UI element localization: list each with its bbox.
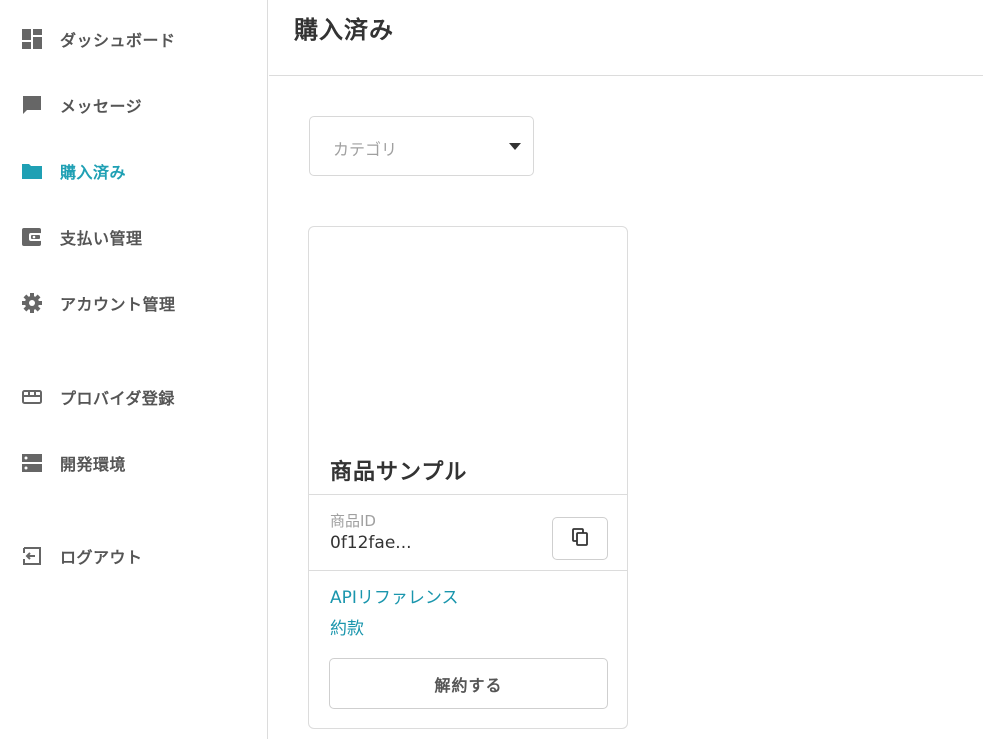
category-placeholder: カテゴリ (333, 140, 398, 159)
store-icon (21, 386, 43, 408)
sidebar-item-logout[interactable]: ログアウト (0, 536, 268, 576)
category-select[interactable]: カテゴリ (309, 116, 534, 176)
sidebar-item-label: 購入済み (60, 163, 127, 182)
sidebar-item-provider-registration[interactable]: プロバイダ登録 (0, 377, 268, 417)
sidebar: ダッシュボード メッセージ 購入済み 支払い管理 アカウント管理 プロバイダ登録… (0, 0, 268, 739)
sidebar-item-account[interactable]: アカウント管理 (0, 283, 268, 323)
product-id-value: 0f12fae... (330, 533, 412, 553)
api-reference-link[interactable]: APIリファレンス (330, 583, 459, 608)
sidebar-item-dashboard[interactable]: ダッシュボード (0, 19, 268, 59)
logout-icon (21, 545, 43, 567)
gear-icon (21, 292, 43, 314)
sidebar-item-label: ログアウト (60, 548, 143, 567)
sidebar-item-dev-environment[interactable]: 開発環境 (0, 443, 268, 483)
card-divider (309, 494, 627, 495)
sidebar-item-payments[interactable]: 支払い管理 (0, 217, 268, 257)
dashboard-icon (21, 28, 43, 50)
wallet-icon (21, 226, 43, 248)
sidebar-item-label: 支払い管理 (60, 229, 143, 248)
terms-link[interactable]: 約款 (330, 614, 364, 639)
copy-id-button[interactable] (552, 517, 608, 560)
cancel-subscription-button[interactable]: 解約する (329, 658, 608, 709)
product-name: 商品サンプル (330, 460, 468, 485)
product-id-label: 商品ID (330, 512, 376, 530)
product-image (309, 227, 627, 447)
sidebar-item-label: プロバイダ登録 (60, 389, 175, 408)
product-card: 商品サンプル 商品ID 0f12fae... APIリファレンス 約款 解約する (308, 226, 628, 729)
sidebar-item-label: メッセージ (60, 97, 143, 116)
folder-icon (21, 160, 43, 182)
sidebar-item-label: アカウント管理 (60, 295, 176, 314)
sidebar-item-messages[interactable]: メッセージ (0, 85, 268, 125)
page-header: 購入済み (269, 0, 983, 76)
page-title: 購入済み (294, 16, 394, 44)
sidebar-item-label: 開発環境 (60, 455, 127, 474)
sidebar-item-label: ダッシュボード (60, 31, 176, 50)
app-root: ダッシュボード メッセージ 購入済み 支払い管理 アカウント管理 プロバイダ登録… (0, 0, 983, 739)
copy-icon (570, 527, 590, 550)
card-divider (309, 570, 627, 571)
server-icon (21, 452, 43, 474)
message-icon (21, 94, 43, 116)
sidebar-item-purchased[interactable]: 購入済み (0, 151, 268, 191)
chevron-down-icon (509, 143, 521, 150)
